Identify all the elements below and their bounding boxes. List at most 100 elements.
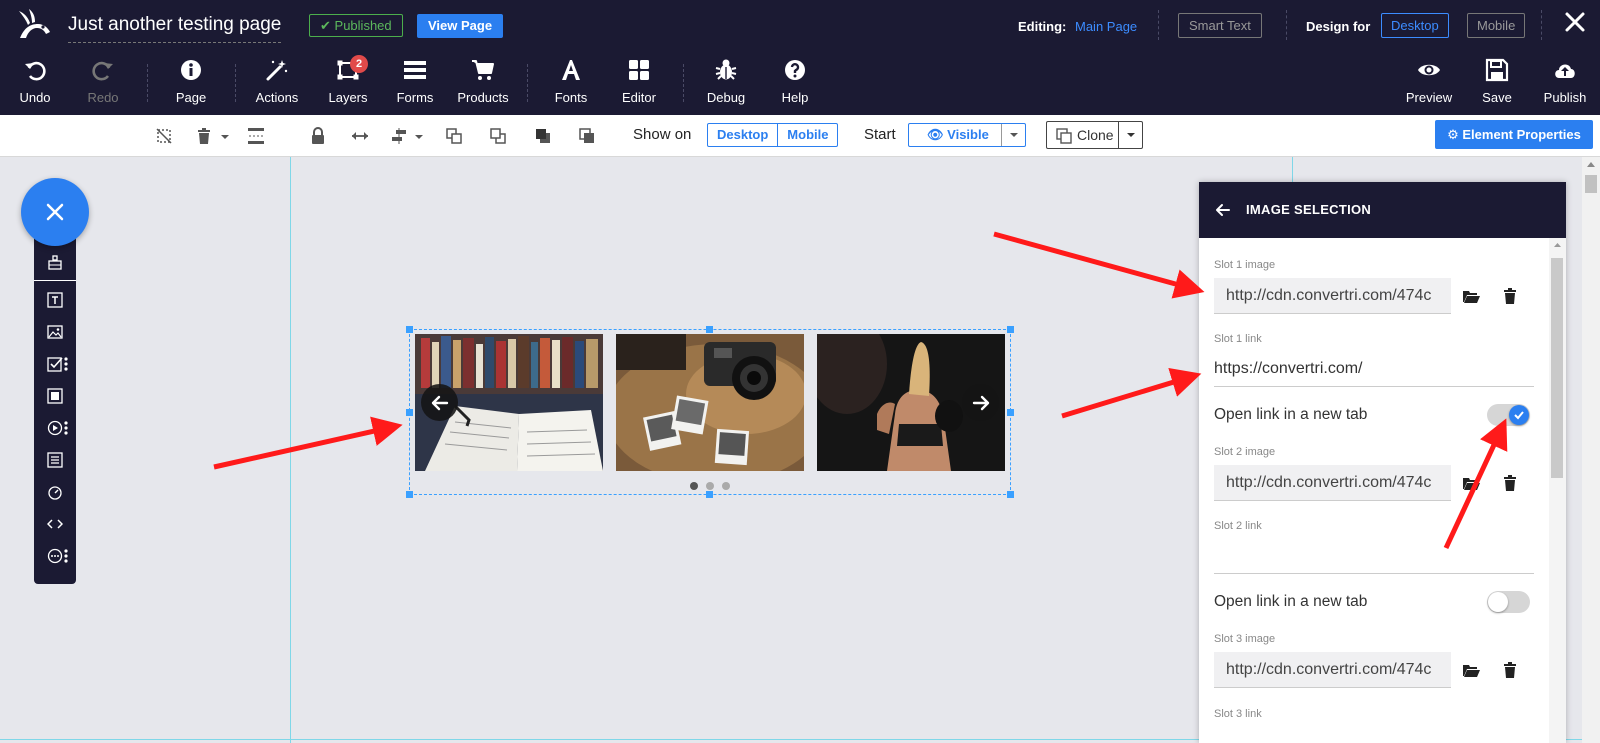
folder-open-icon[interactable] [1462,287,1480,305]
resize-handle[interactable] [406,409,413,416]
resize-handle[interactable] [706,326,713,333]
slot1-newtab-label: Open link in a new tab [1214,406,1368,423]
slot2-newtab-toggle[interactable] [1487,591,1530,613]
panel-scrollbar-thumb[interactable] [1551,258,1563,478]
scroll-up-icon[interactable] [1582,157,1600,171]
start-label: Start [864,126,896,143]
slot1-newtab-toggle[interactable] [1487,404,1530,426]
rabbit-logo-icon[interactable] [16,8,54,44]
bring-forward-icon[interactable] [445,127,463,145]
trash-icon[interactable] [1501,661,1519,679]
resize-handle[interactable] [406,491,413,498]
slot3-image-input[interactable]: http://cdn.convertri.com/474c [1214,652,1451,688]
spacing-icon[interactable] [247,127,265,145]
preview-button[interactable]: Preview [1403,58,1455,112]
resize-handle[interactable] [406,326,413,333]
slider-dot[interactable] [690,482,698,490]
redo-button[interactable]: Redo [85,58,121,112]
resize-handle[interactable] [1007,326,1014,333]
slider-prev-button[interactable] [421,384,458,421]
box-icon[interactable] [47,388,63,404]
grid-icon [629,60,649,80]
slide-image-camera[interactable] [616,334,804,471]
code-icon[interactable] [47,516,63,532]
close-add-panel-button[interactable] [21,178,89,246]
actions-button[interactable]: Actions [253,58,301,112]
help-button[interactable]: Help [779,58,811,112]
section-icon[interactable] [47,254,63,270]
editor-button[interactable]: Editor [619,58,659,112]
slider-next-button[interactable] [962,384,999,421]
design-desktop-button[interactable]: Desktop [1381,13,1449,38]
design-mobile-button[interactable]: Mobile [1467,13,1526,38]
check-icon [1514,411,1524,420]
deselect-icon[interactable] [155,127,173,145]
debug-button[interactable]: Debug [705,58,747,112]
chevron-down-icon[interactable] [216,127,234,145]
products-button[interactable]: Products [455,58,511,112]
forms-button[interactable]: Forms [394,58,436,112]
view-page-button[interactable]: View Page [417,14,504,38]
send-backward-icon[interactable] [489,127,507,145]
font-icon [562,60,580,80]
align-icon[interactable] [390,127,408,145]
clone-button[interactable]: Clone [1046,121,1143,149]
folder-open-icon[interactable] [1462,661,1480,679]
more-options-icon[interactable] [64,357,68,371]
page-scrollbar-thumb[interactable] [1585,175,1597,193]
image-icon[interactable] [47,324,63,340]
slot1-link-input[interactable]: https://convertri.com/ [1214,351,1534,387]
trash-icon[interactable] [1501,474,1519,492]
scroll-up-icon[interactable] [1549,239,1566,251]
resize-handle[interactable] [1007,491,1014,498]
timer-icon[interactable] [47,484,63,500]
resize-handle[interactable] [1007,409,1014,416]
more-elements-icon[interactable] [47,548,63,564]
form-icon[interactable] [47,452,63,468]
undo-button[interactable]: Undo [17,58,53,112]
slot2-link-input[interactable] [1214,538,1534,574]
slot2-image-input[interactable]: http://cdn.convertri.com/474c [1214,465,1451,501]
publish-button[interactable]: Publish [1541,58,1589,112]
page-title[interactable]: Just another testing page [68,14,282,43]
resize-handle[interactable] [706,491,713,498]
layers-button[interactable]: 2 Layers [326,55,370,112]
page-button[interactable]: Page [171,58,211,112]
show-on-desktop-button[interactable]: Desktop [708,124,777,146]
visibility-dropdown-toggle[interactable] [1001,124,1025,146]
trash-icon[interactable] [1501,287,1519,305]
slider-dot[interactable] [722,482,730,490]
trash-icon[interactable] [195,127,213,145]
chevron-down-icon[interactable] [410,127,428,145]
show-on-mobile-button[interactable]: Mobile [777,124,837,146]
smart-text-button[interactable]: Smart Text [1178,13,1262,38]
show-on-toggle: Desktop Mobile [707,123,839,147]
send-to-back-icon[interactable] [578,127,596,145]
back-arrow-icon[interactable] [1215,202,1231,218]
video-icon[interactable] [47,420,63,436]
text-icon[interactable] [47,292,63,308]
checkbox-icon[interactable] [47,356,63,372]
bring-to-front-icon[interactable] [534,127,552,145]
toolbar-divider [527,64,528,102]
editing-page-link[interactable]: Main Page [1075,19,1137,34]
lock-icon[interactable] [309,127,327,145]
more-options-icon[interactable] [64,549,68,563]
slot1-image-input[interactable]: http://cdn.convertri.com/474c [1214,278,1451,314]
page-scrollbar[interactable] [1582,157,1600,743]
annotation-arrow [213,416,403,470]
full-width-icon[interactable] [351,127,369,145]
clone-dropdown-toggle[interactable] [1118,122,1142,148]
close-icon[interactable] [1562,9,1588,35]
panel-scrollbar[interactable] [1549,238,1566,743]
cart-icon [472,60,494,80]
slider-dot[interactable] [706,482,714,490]
folder-open-icon[interactable] [1462,474,1480,492]
check-icon: ✔ [320,18,331,33]
fonts-button[interactable]: Fonts [553,58,589,112]
element-properties-button[interactable]: ⚙ Element Properties [1435,120,1593,149]
save-button[interactable]: Save [1480,58,1514,112]
visibility-dropdown[interactable]: 👁 Visible [908,123,1026,147]
slot2-image-label: Slot 2 image [1214,446,1276,458]
more-options-icon[interactable] [64,421,68,435]
